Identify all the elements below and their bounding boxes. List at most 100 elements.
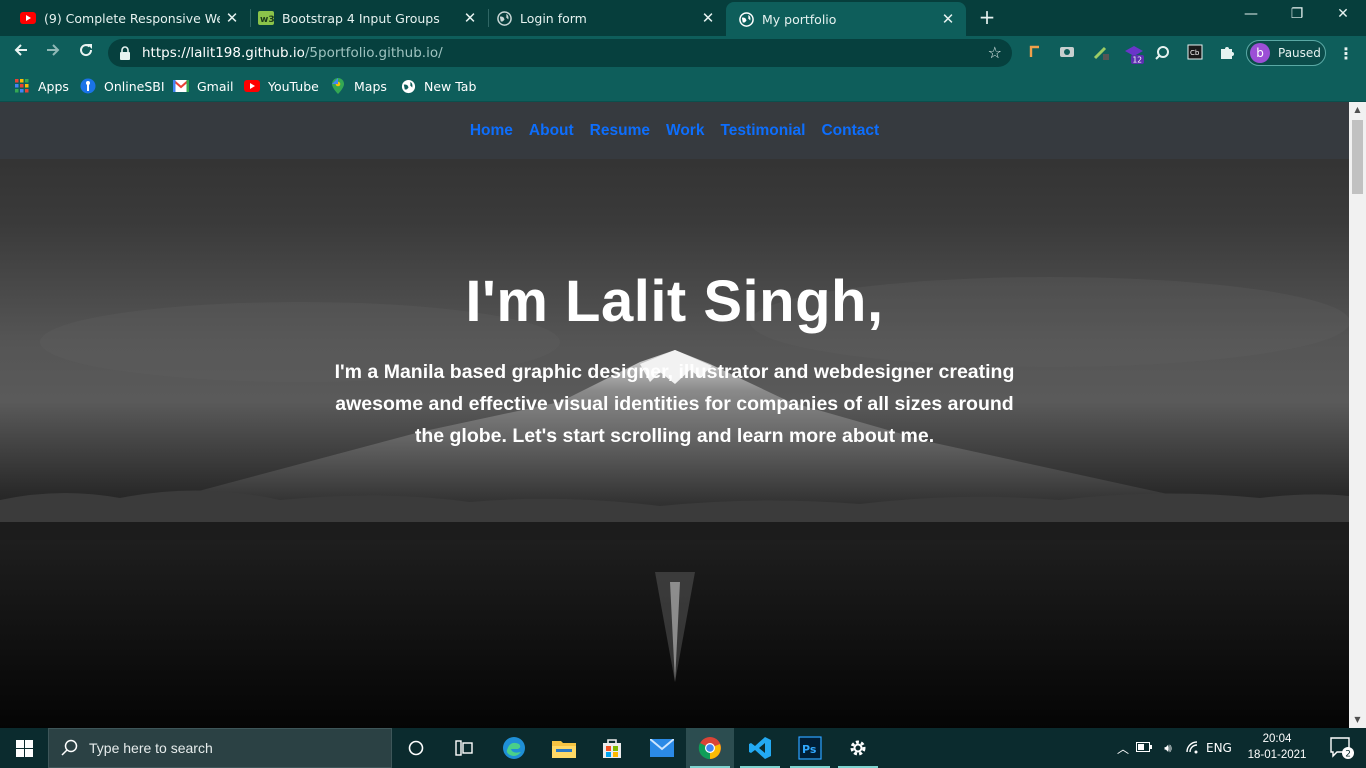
extension-badge: 12 — [1133, 56, 1143, 65]
nav-link-resume[interactable]: Resume — [590, 122, 650, 140]
tab-login-form[interactable]: Login form ✕ — [476, 0, 726, 36]
pen-extension-icon[interactable] — [1092, 44, 1110, 62]
hero-section: Home About Resume Work Testimonial Conta… — [0, 102, 1349, 728]
more-menu-icon[interactable]: ⋮ — [1338, 44, 1354, 63]
arrow-extension-icon[interactable] — [1026, 44, 1044, 62]
browser-toolbar: https://lalit198.github.io/5portfolio.gi… — [0, 36, 1366, 70]
tab-strip: (9) Complete Responsive Website ✕ w3 Boo… — [0, 0, 1366, 36]
chrome-icon[interactable] — [686, 728, 734, 768]
page-scrollbar[interactable]: ▲ ▼ — [1349, 102, 1366, 728]
photoshop-icon[interactable]: Ps — [786, 728, 834, 768]
system-tray: ︿ 🔊︎ ENG — [1114, 728, 1234, 768]
bookmark-onlinesbi[interactable]: OnlineSBI — [80, 76, 165, 96]
search-placeholder: Type here to search — [89, 740, 213, 756]
page-viewport: Home About Resume Work Testimonial Conta… — [0, 102, 1349, 728]
svg-text:w3: w3 — [260, 15, 274, 25]
back-arrow-icon[interactable] — [8, 40, 34, 66]
scroll-up-icon[interactable]: ▲ — [1349, 102, 1366, 118]
bookmark-label: Maps — [354, 78, 387, 94]
url-text: https://lalit198.github.io/5portfolio.gi… — [142, 45, 443, 61]
profile-button[interactable]: b Paused — [1246, 40, 1326, 66]
tab-title: Bootstrap 4 Input Groups — [282, 10, 440, 26]
tab-title: My portfolio — [762, 11, 837, 27]
puzzle-extensions-icon[interactable] — [1218, 44, 1236, 62]
youtube-icon — [20, 10, 36, 26]
microsoft-store-icon[interactable] — [588, 728, 636, 768]
svg-text:Ps: Ps — [802, 743, 817, 756]
tab-title: Login form — [520, 10, 587, 26]
tab-bootstrap[interactable]: w3 Bootstrap 4 Input Groups ✕ — [238, 0, 488, 36]
nav-link-about[interactable]: About — [529, 122, 574, 140]
bookmark-label: Apps — [38, 78, 69, 94]
tab-title: (9) Complete Responsive Website — [44, 10, 220, 26]
nav-link-contact[interactable]: Contact — [821, 122, 879, 140]
cb-extension-icon[interactable]: Cb — [1186, 44, 1204, 62]
bookmark-label: Gmail — [197, 78, 234, 94]
spy-extension-icon[interactable] — [1154, 44, 1172, 62]
language-indicator[interactable]: ENG — [1206, 741, 1232, 755]
settings-gear-icon[interactable] — [834, 728, 882, 768]
graduation-cap-extension-icon[interactable]: 12 — [1124, 44, 1144, 65]
hero-intro-text: I'm a Manila based graphic designer, ill… — [334, 361, 1015, 447]
task-view-icon[interactable] — [440, 728, 488, 768]
youtube-icon — [244, 78, 260, 94]
svg-text:Cb: Cb — [1190, 49, 1200, 57]
avatar: b — [1250, 43, 1270, 63]
bookmark-gmail[interactable]: Gmail — [173, 76, 233, 96]
bookmark-maps[interactable]: Maps — [330, 76, 387, 96]
windows-taskbar: Type here to search Ps ︿ 🔊︎ ENG 20:04 18… — [0, 728, 1366, 768]
forward-arrow-icon[interactable] — [40, 40, 66, 66]
tab-youtube[interactable]: (9) Complete Responsive Website ✕ — [0, 0, 250, 36]
taskbar-search-box[interactable]: Type here to search — [48, 728, 392, 768]
notification-count: 2 — [1345, 750, 1351, 760]
scrollbar-thumb[interactable] — [1352, 120, 1363, 194]
reload-icon[interactable] — [73, 40, 99, 66]
bookmark-apps[interactable]: Apps — [14, 76, 69, 96]
windows-start-icon[interactable] — [0, 728, 48, 768]
volume-icon[interactable]: 🔊︎ — [1156, 741, 1180, 756]
cortana-icon[interactable] — [392, 728, 440, 768]
profile-status: Paused — [1278, 46, 1321, 60]
bookmark-label: YouTube — [268, 78, 319, 94]
search-icon — [61, 739, 79, 757]
taskbar-clock[interactable]: 20:04 18-01-2021 — [1242, 731, 1312, 763]
scroll-down-icon[interactable]: ▼ — [1349, 712, 1366, 728]
chevron-up-icon[interactable]: ︿ — [1114, 740, 1132, 757]
close-window-icon[interactable]: ✕ — [1320, 0, 1366, 30]
bookmark-star-icon[interactable]: ☆ — [988, 43, 1002, 62]
minimize-icon[interactable]: — — [1228, 0, 1274, 30]
nav-link-home[interactable]: Home — [470, 122, 513, 140]
globe-icon — [496, 10, 512, 26]
gmail-icon — [173, 78, 189, 94]
close-tab-icon[interactable]: ✕ — [696, 9, 720, 27]
url-host: https://lalit198.github.io — [142, 45, 305, 61]
clock-date: 18-01-2021 — [1247, 749, 1307, 761]
bookmark-new-tab[interactable]: New Tab — [400, 76, 476, 96]
battery-icon[interactable] — [1132, 741, 1156, 755]
close-tab-icon[interactable]: ✕ — [936, 10, 960, 28]
tab-my-portfolio[interactable]: My portfolio ✕ — [726, 2, 966, 36]
edge-icon[interactable] — [490, 728, 538, 768]
nav-link-testimonial[interactable]: Testimonial — [720, 122, 805, 140]
w3schools-icon: w3 — [258, 10, 274, 26]
file-explorer-icon[interactable] — [540, 728, 588, 768]
apps-grid-icon — [14, 78, 30, 94]
camera-extension-icon[interactable] — [1058, 44, 1076, 62]
vscode-icon[interactable] — [736, 728, 784, 768]
maps-icon — [330, 78, 346, 94]
mail-icon[interactable] — [638, 728, 686, 768]
hero-headline: I'm Lalit Singh, — [465, 269, 884, 334]
bookmark-label: New Tab — [424, 78, 477, 94]
new-tab-button[interactable]: + — [976, 6, 998, 28]
bookmark-youtube[interactable]: YouTube — [244, 76, 319, 96]
address-bar[interactable]: https://lalit198.github.io/5portfolio.gi… — [108, 39, 1012, 67]
wifi-icon[interactable] — [1180, 740, 1206, 757]
sbi-icon — [80, 78, 96, 94]
restore-icon[interactable]: ❐ — [1274, 0, 1320, 30]
bookmark-label: OnlineSBI — [104, 78, 165, 94]
lock-icon — [120, 45, 130, 60]
nav-link-work[interactable]: Work — [666, 122, 704, 140]
site-navbar: Home About Resume Work Testimonial Conta… — [0, 102, 1349, 159]
globe-icon — [400, 78, 416, 94]
notification-center-icon[interactable]: 2 — [1318, 728, 1366, 768]
